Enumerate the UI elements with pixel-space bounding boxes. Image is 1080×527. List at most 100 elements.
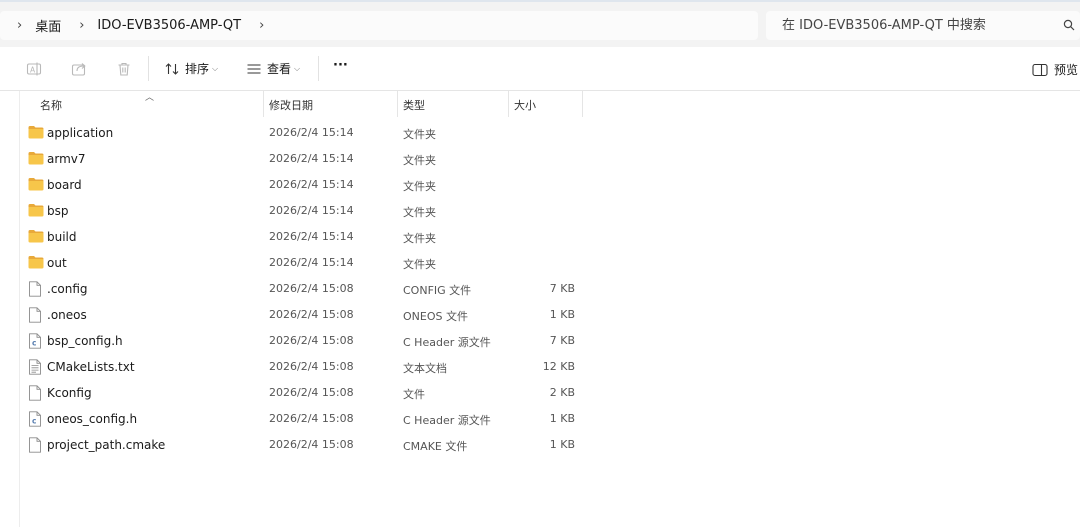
file-size: 1 KB [549, 438, 575, 451]
file-name: .config [47, 282, 88, 296]
preview-pane-button[interactable]: 预览 [1032, 61, 1078, 78]
column-header-type[interactable]: 类型 [403, 97, 425, 113]
breadcrumb-current-folder[interactable]: IDO-EVB3506-AMP-QT [97, 18, 241, 33]
file-type: 文件夹 [403, 258, 436, 271]
file-type: 文件夹 [403, 232, 436, 245]
trash-icon[interactable] [116, 61, 132, 77]
file-modified-date: 2026/2/4 15:14 [269, 178, 354, 191]
file-icon [28, 437, 42, 456]
address-row: › 桌面 › IDO-EVB3506-AMP-QT › [0, 2, 1080, 47]
command-bar: A 排序 ⌵ 查看 ⌵ ··· 预览 [0, 47, 1080, 91]
svg-text:c: c [32, 416, 36, 425]
file-type: 文件夹 [403, 128, 436, 141]
file-name: build [47, 230, 77, 244]
file-type: ONEOS 文件 [403, 310, 468, 323]
file-modified-date: 2026/2/4 15:08 [269, 334, 354, 347]
sort-button[interactable]: 排序 ⌵ [164, 60, 218, 77]
file-row[interactable]: Kconfig 2026/2/4 15:08 文件 2 KB [20, 380, 1080, 406]
file-type: 文本文档 [403, 362, 447, 375]
folder-icon [28, 125, 44, 142]
column-divider[interactable] [263, 91, 264, 117]
search-input[interactable] [780, 17, 1054, 34]
chevron-down-icon: ⌵ [212, 63, 219, 73]
file-row[interactable]: armv7 2026/2/4 15:14 文件夹 [20, 146, 1080, 172]
share-icon[interactable] [71, 61, 87, 77]
file-type: CMAKE 文件 [403, 440, 468, 453]
column-divider[interactable] [397, 91, 398, 117]
file-size: 1 KB [549, 412, 575, 425]
file-name: bsp_config.h [47, 334, 123, 348]
breadcrumb-chevron[interactable]: › [61, 18, 97, 33]
file-row[interactable]: .config 2026/2/4 15:08 CONFIG 文件 7 KB [20, 276, 1080, 302]
file-name: application [47, 126, 114, 140]
search-icon[interactable] [1063, 19, 1075, 31]
toolbar-separator [148, 56, 149, 81]
file-type: C Header 源文件 [403, 336, 491, 349]
file-type: 文件夹 [403, 154, 436, 167]
file-size: 7 KB [549, 334, 575, 347]
file-name: project_path.cmake [47, 438, 166, 452]
file-name: Kconfig [47, 386, 92, 400]
file-type: CONFIG 文件 [403, 284, 472, 297]
view-button[interactable]: 查看 ⌵ [246, 60, 300, 77]
address-bar[interactable]: › 桌面 › IDO-EVB3506-AMP-QT › [0, 11, 758, 40]
sort-label: 排序 [185, 62, 210, 76]
file-row[interactable]: board 2026/2/4 15:14 文件夹 [20, 172, 1080, 198]
file-name: bsp [47, 204, 69, 218]
file-row[interactable]: application 2026/2/4 15:14 文件夹 [20, 120, 1080, 146]
breadcrumb-root-chevron[interactable]: › [0, 18, 35, 33]
column-header-name[interactable]: 名称 [40, 97, 62, 113]
file-icon [28, 307, 42, 326]
preview-pane-icon [1032, 63, 1048, 76]
file-size: 12 KB [542, 360, 575, 373]
file-name: oneos_config.h [47, 412, 138, 426]
column-header-modified[interactable]: 修改日期 [269, 97, 313, 113]
file-modified-date: 2026/2/4 15:14 [269, 126, 354, 139]
column-header-size[interactable]: 大小 [514, 97, 536, 113]
c-header-icon: c [28, 333, 42, 352]
file-modified-date: 2026/2/4 15:14 [269, 230, 354, 243]
file-name: out [47, 256, 67, 270]
folder-icon [28, 255, 44, 272]
folder-icon [28, 151, 44, 168]
column-divider[interactable] [582, 91, 583, 117]
file-modified-date: 2026/2/4 15:08 [269, 438, 354, 451]
file-size: 7 KB [549, 282, 575, 295]
file-modified-date: 2026/2/4 15:08 [269, 386, 354, 399]
more-options-button[interactable]: ··· [333, 58, 348, 73]
file-size: 1 KB [549, 308, 575, 321]
breadcrumb-trailing-chevron[interactable]: › [241, 18, 277, 33]
view-label: 查看 [267, 62, 292, 76]
file-type: 文件 [403, 388, 425, 401]
column-divider[interactable] [508, 91, 509, 117]
file-type: C Header 源文件 [403, 414, 491, 427]
file-row[interactable]: out 2026/2/4 15:14 文件夹 [20, 250, 1080, 276]
svg-text:c: c [32, 338, 36, 347]
folder-icon [28, 203, 44, 220]
preview-label: 预览 [1054, 63, 1079, 77]
file-modified-date: 2026/2/4 15:14 [269, 152, 354, 165]
file-row[interactable]: bsp 2026/2/4 15:14 文件夹 [20, 198, 1080, 224]
column-header-row: ︿ 名称 修改日期 类型 大小 [0, 91, 1080, 117]
folder-icon [28, 229, 44, 246]
file-name: .oneos [47, 308, 87, 322]
file-row[interactable]: build 2026/2/4 15:14 文件夹 [20, 224, 1080, 250]
text-file-icon [28, 359, 42, 378]
file-modified-date: 2026/2/4 15:08 [269, 308, 354, 321]
rename-icon[interactable]: A [26, 61, 42, 77]
sort-ascending-icon: ︿ [145, 93, 155, 103]
file-row[interactable]: c bsp_config.h 2026/2/4 15:08 C Header 源文件 7… [20, 328, 1080, 354]
file-name: armv7 [47, 152, 86, 166]
file-icon [28, 385, 42, 404]
file-row[interactable]: .oneos 2026/2/4 15:08 ONEOS 文件 1 KB [20, 302, 1080, 328]
file-type: 文件夹 [403, 180, 436, 193]
chevron-down-icon: ⌵ [294, 63, 301, 73]
file-row[interactable]: project_path.cmake 2026/2/4 15:08 CMAKE 文件… [20, 432, 1080, 458]
file-modified-date: 2026/2/4 15:08 [269, 360, 354, 373]
file-modified-date: 2026/2/4 15:14 [269, 256, 354, 269]
search-box[interactable] [766, 11, 1080, 40]
view-list-icon [247, 63, 261, 74]
file-row[interactable]: CMakeLists.txt 2026/2/4 15:08 文本文档 12 KB [20, 354, 1080, 380]
file-row[interactable]: c oneos_config.h 2026/2/4 15:08 C Header 源文… [20, 406, 1080, 432]
breadcrumb-desktop[interactable]: 桌面 [35, 16, 61, 35]
